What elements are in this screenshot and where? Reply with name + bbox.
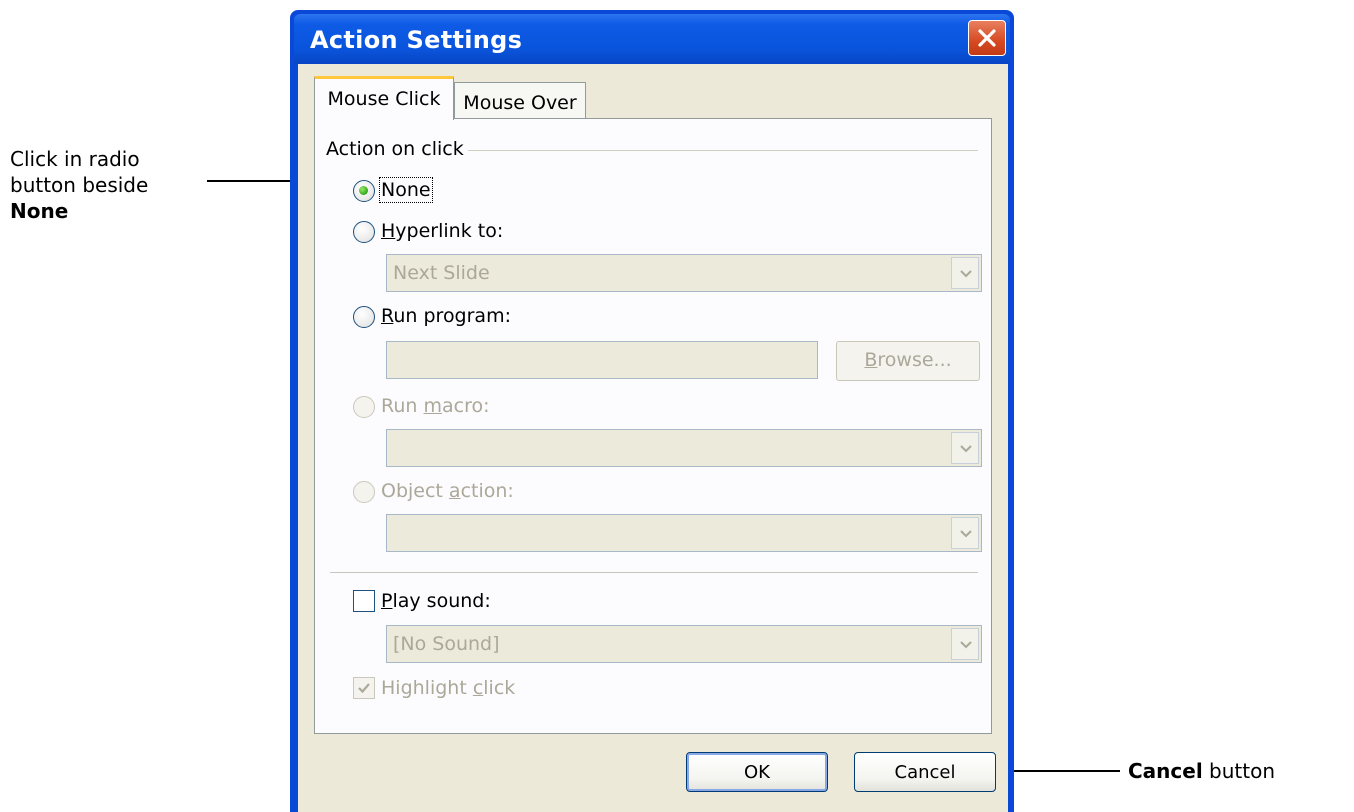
run-program-accel: R — [381, 305, 394, 327]
highlight-click-checkbox[interactable] — [353, 677, 375, 699]
object-action-select[interactable] — [386, 514, 982, 552]
object-action-label-pre: Object — [381, 480, 449, 502]
section-separator — [330, 572, 978, 573]
callout-right-bold: Cancel — [1128, 759, 1203, 783]
chevron-down-icon — [960, 270, 972, 278]
dialog-title: Action Settings — [310, 26, 523, 54]
highlight-click-accel: c — [472, 677, 484, 699]
group-label: Action on click — [326, 138, 468, 160]
browse-button[interactable]: Browse... — [836, 341, 980, 381]
run-macro-dropdown-button[interactable] — [951, 432, 979, 464]
run-program-label-rest: un program: — [393, 305, 511, 327]
highlight-click-label[interactable]: Highlight click — [381, 677, 515, 699]
hyperlink-label-rest: yperlink to: — [395, 220, 504, 242]
radio-hyperlink-label[interactable]: Hyperlink to: — [381, 220, 503, 242]
hyperlink-select[interactable]: Next Slide — [386, 254, 982, 292]
callout-left-line1: Click in radio — [10, 147, 140, 171]
radio-run-macro[interactable] — [353, 396, 375, 418]
callout-right-rest: button — [1202, 759, 1276, 783]
chevron-down-icon — [960, 641, 972, 649]
callout-left-bold: None — [10, 199, 69, 223]
radio-object-action[interactable] — [353, 481, 375, 503]
browse-label-rest: rowse... — [877, 349, 952, 371]
radio-none-label[interactable]: None — [379, 177, 433, 203]
play-sound-label-rest: lay sound: — [392, 590, 491, 612]
highlight-click-label-post: lick — [483, 677, 516, 699]
radio-run-program-label[interactable]: Run program: — [381, 305, 511, 327]
play-sound-label[interactable]: Play sound: — [381, 590, 491, 612]
tab-mouse-over[interactable]: Mouse Over — [454, 82, 586, 122]
run-macro-label-pre: Run — [381, 395, 424, 417]
ok-button[interactable]: OK — [686, 752, 828, 792]
browse-accel: B — [864, 349, 878, 371]
run-program-input[interactable] — [386, 341, 818, 379]
close-button[interactable] — [968, 20, 1006, 56]
sound-select-value: [No Sound] — [393, 633, 500, 655]
radio-selected-dot — [359, 186, 368, 195]
run-macro-select[interactable] — [386, 429, 982, 467]
callout-right: Cancel button — [1128, 758, 1275, 784]
chevron-down-icon — [960, 445, 972, 453]
cancel-button[interactable]: Cancel — [854, 752, 996, 792]
callout-left: Click in radio button beside None — [10, 146, 148, 224]
hyperlink-dropdown-button[interactable] — [951, 257, 979, 289]
object-action-accel: a — [448, 480, 461, 502]
tab-mouse-click[interactable]: Mouse Click — [314, 76, 454, 120]
tab-mouse-over-label: Mouse Over — [463, 92, 577, 114]
tab-mouse-click-label: Mouse Click — [327, 88, 441, 110]
hyperlink-accel: H — [381, 220, 396, 242]
run-macro-accel: m — [423, 395, 442, 417]
chevron-down-icon — [960, 530, 972, 538]
radio-object-action-label[interactable]: Object action: — [381, 480, 514, 502]
object-action-label-post: ction: — [460, 480, 514, 502]
radio-run-program[interactable] — [353, 306, 375, 328]
ok-button-label: OK — [744, 762, 770, 783]
run-macro-label-post: acro: — [442, 395, 490, 417]
object-action-dropdown-button[interactable] — [951, 517, 979, 549]
sound-dropdown-button[interactable] — [951, 628, 979, 660]
callout-left-line2: button beside — [10, 173, 149, 197]
checkmark-icon — [358, 683, 370, 694]
highlight-click-label-pre: Highlight — [381, 677, 473, 699]
sound-select[interactable]: [No Sound] — [386, 625, 982, 663]
hyperlink-select-value: Next Slide — [393, 262, 490, 284]
play-sound-checkbox[interactable] — [353, 590, 375, 612]
cancel-button-label: Cancel — [894, 762, 956, 783]
radio-hyperlink[interactable] — [353, 221, 375, 243]
none-label-text: None — [379, 177, 433, 203]
play-sound-accel: P — [381, 590, 393, 612]
radio-none[interactable] — [353, 180, 375, 202]
radio-run-macro-label[interactable]: Run macro: — [381, 395, 490, 417]
close-icon — [978, 29, 996, 47]
